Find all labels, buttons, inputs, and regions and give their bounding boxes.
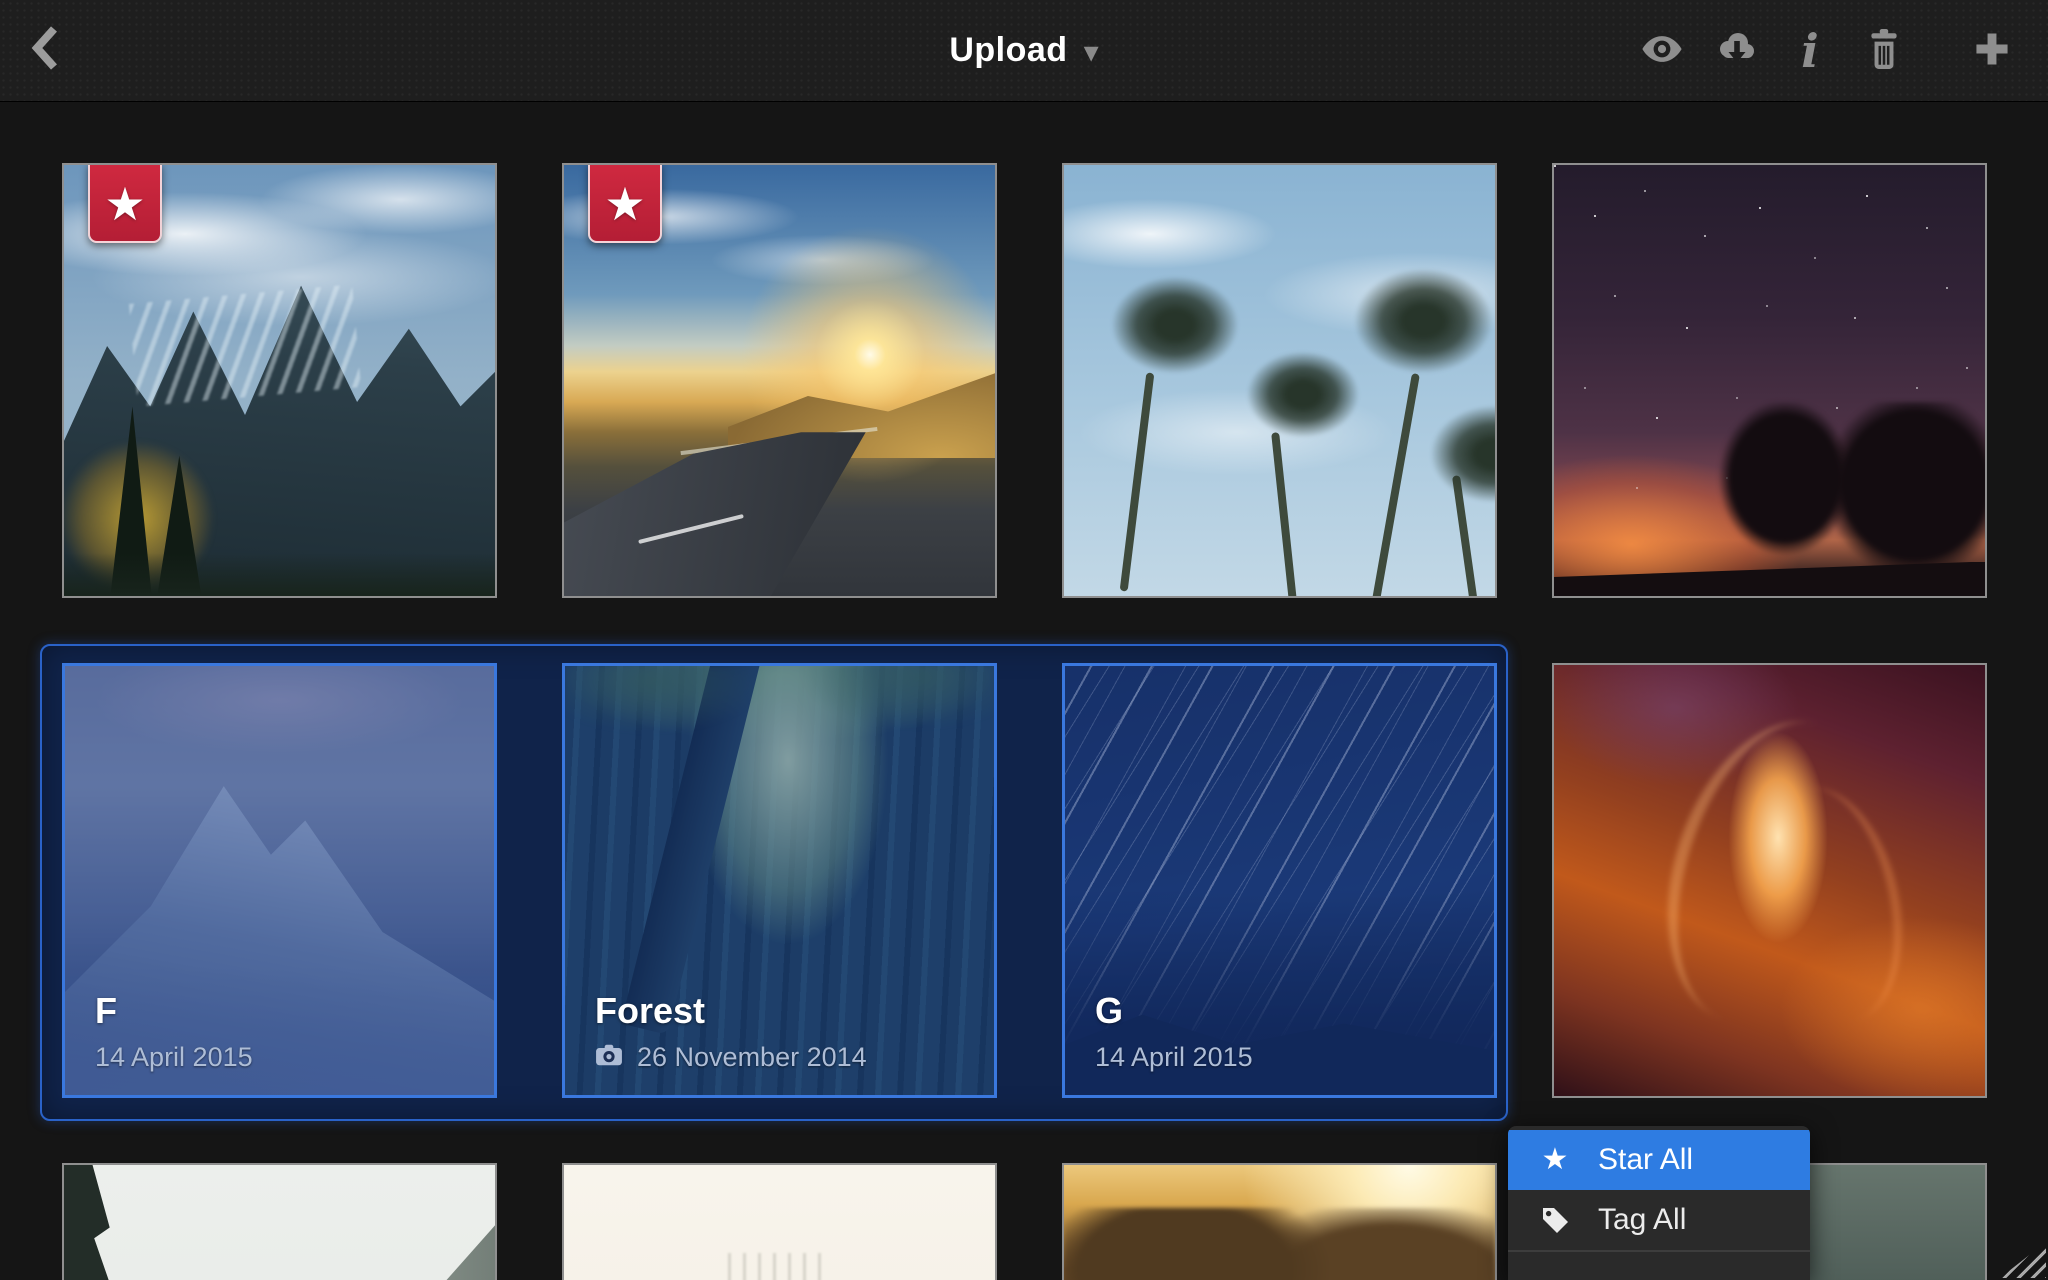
photo-library-screen: Upload ▾ i <box>0 0 2048 1280</box>
photo-tile-slot-canyon[interactable] <box>1552 663 1987 1098</box>
toolbar: Upload ▾ i <box>0 0 2048 102</box>
delete-button[interactable] <box>1862 0 1906 101</box>
photo-title: F <box>95 990 253 1032</box>
menu-divider <box>1508 1250 1810 1252</box>
plus-icon <box>1972 29 2012 72</box>
photo-tile-forest[interactable]: Forest 26 November 2014 <box>562 663 997 1098</box>
photo-title: G <box>1095 990 1253 1032</box>
resize-grip[interactable] <box>2000 1242 2046 1278</box>
preview-button[interactable] <box>1640 0 1684 101</box>
photo-tile-g[interactable]: G 14 April 2015 <box>1062 663 1497 1098</box>
photo-tile-mountain-valley[interactable]: ★ <box>62 163 497 598</box>
back-button[interactable] <box>30 0 60 101</box>
info-icon: i <box>1801 28 1818 74</box>
menu-item-label: Star All <box>1598 1143 1693 1177</box>
photo-date: 26 November 2014 <box>595 1042 867 1073</box>
caret-down-icon: ▾ <box>1084 34 1099 68</box>
photo-date: 14 April 2015 <box>1095 1042 1253 1073</box>
photo-title: Forest <box>595 990 867 1032</box>
photo-meta: G 14 April 2015 <box>1095 990 1253 1073</box>
star-icon: ★ <box>604 181 645 227</box>
tag-icon <box>1538 1205 1572 1235</box>
photo-tile-white-fog[interactable] <box>562 1163 997 1280</box>
star-badge: ★ <box>588 163 662 243</box>
photo-tile-starry-dusk[interactable] <box>1552 163 1987 598</box>
photo-tile-foggy-pines[interactable] <box>62 1163 497 1280</box>
menu-item-label: Tag All <box>1598 1203 1686 1237</box>
page-title: Upload <box>949 31 1067 70</box>
camera-icon <box>595 1042 623 1073</box>
eye-icon <box>1641 35 1683 66</box>
upload-sync-button[interactable] <box>1714 0 1758 101</box>
info-button[interactable]: i <box>1788 0 1832 101</box>
chevron-left-icon <box>30 25 60 76</box>
star-badge: ★ <box>88 163 162 243</box>
cloud-download-icon <box>1715 31 1757 70</box>
star-icon: ★ <box>1538 1145 1572 1175</box>
trash-icon <box>1866 28 1902 73</box>
context-menu: ★ Star All Tag All <box>1508 1126 1810 1280</box>
photo-meta: F 14 April 2015 <box>95 990 253 1073</box>
photo-tile-golden-clouds[interactable] <box>1062 1163 1497 1280</box>
photo-tile-f[interactable]: F 14 April 2015 <box>62 663 497 1098</box>
photo-tile-palm-trees[interactable] <box>1062 163 1497 598</box>
photo-meta: Forest 26 November 2014 <box>595 990 867 1073</box>
menu-item-star-all[interactable]: ★ Star All <box>1508 1130 1810 1190</box>
photo-date: 14 April 2015 <box>95 1042 253 1073</box>
collection-title-dropdown[interactable]: Upload ▾ <box>949 0 1098 101</box>
toolbar-actions: i <box>1640 0 2014 101</box>
add-button[interactable] <box>1970 0 2014 101</box>
photo-tile-sunset-road[interactable]: ★ <box>562 163 997 598</box>
star-icon: ★ <box>104 181 145 227</box>
menu-item-tag-all[interactable]: Tag All <box>1508 1190 1810 1250</box>
